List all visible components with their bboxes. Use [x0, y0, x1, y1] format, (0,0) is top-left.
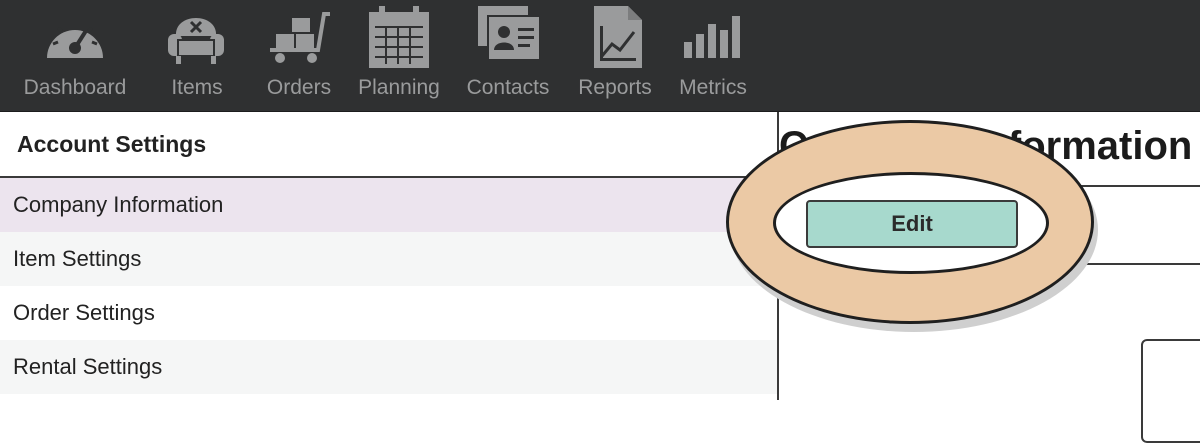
cart-icon	[270, 12, 330, 63]
sidebar-item-label: Item Settings	[13, 246, 142, 271]
sidebar-item-rental-settings[interactable]: Rental Settings	[0, 340, 777, 394]
nav-label: Planning	[358, 76, 440, 99]
settings-sidebar: Account Settings Company Information Ite…	[0, 112, 777, 400]
nav-label: Items	[171, 76, 223, 99]
nav-label: Reports	[578, 76, 652, 99]
sidebar-header: Account Settings	[0, 112, 777, 178]
sidebar-item-label: Company Information	[13, 192, 224, 217]
sidebar-title: Account Settings	[17, 131, 207, 157]
calendar-icon	[369, 6, 429, 68]
nav-label: Orders	[266, 76, 332, 99]
nav-reports[interactable]: Reports	[572, 0, 658, 111]
nav-label: Metrics	[679, 76, 747, 99]
nav-contacts[interactable]: Contacts	[462, 0, 554, 111]
nav-label: Dashboard	[23, 76, 127, 99]
nav-orders[interactable]: Orders	[260, 0, 338, 111]
sidebar-item-item-settings[interactable]: Item Settings	[0, 232, 777, 286]
armchair-icon	[168, 18, 224, 64]
sidebar-item-label: Order Settings	[13, 300, 155, 325]
contact-card-icon	[478, 6, 540, 61]
nav-metrics[interactable]: Metrics	[674, 0, 752, 111]
nav-items[interactable]: Items	[158, 0, 236, 111]
top-navigation-bar: Dashboard Items Orders Planning Contacts…	[0, 0, 1200, 112]
sidebar-item-company-information[interactable]: Company Information	[0, 178, 777, 232]
edit-button[interactable]: Edit	[806, 200, 1018, 248]
dashboard-gauge-icon	[47, 20, 103, 58]
nav-dashboard[interactable]: Dashboard	[18, 0, 132, 111]
nav-planning[interactable]: Planning	[353, 0, 445, 111]
nav-label: Contacts	[466, 76, 550, 99]
info-card	[1141, 339, 1200, 443]
sidebar-item-label: Rental Settings	[13, 354, 163, 379]
bar-chart-icon	[684, 16, 740, 58]
sidebar-item-order-settings[interactable]: Order Settings	[0, 286, 777, 340]
report-document-icon	[594, 6, 642, 68]
